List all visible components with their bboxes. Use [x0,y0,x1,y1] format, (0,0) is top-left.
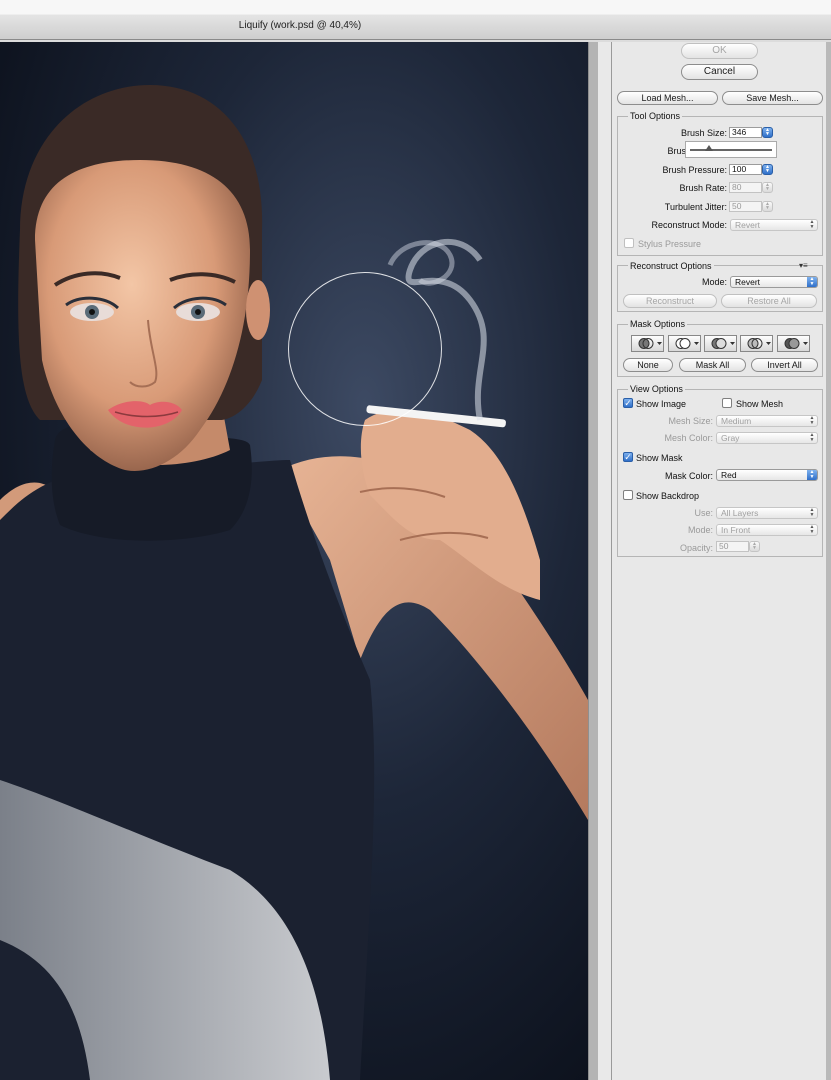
mask-subtract-icon [711,338,735,349]
mesh-size-value: Medium [721,416,752,426]
cancel-button[interactable]: Cancel [681,64,758,80]
stylus-pressure-label: Stylus Pressure [638,239,702,249]
panel-divider [598,42,612,1080]
brush-density-label: Brus [667,146,686,156]
brush-rate-label: Brush Rate: [679,183,727,193]
mask-color-value: Red [721,470,737,480]
reconstruct-mode-label: Reconstruct Mode: [651,220,727,230]
chevron-updown-icon: ▲ ▼ [807,277,817,287]
panel-menu-icon[interactable]: ▾≡ [799,261,808,270]
window-title: Liquify (work.psd @ 40,4%) [238,20,362,31]
backdrop-use-label: Use: [694,508,713,518]
reconstruct-button[interactable]: Reconstruct [623,294,717,308]
backdrop-opacity-field[interactable]: 50 [716,541,749,552]
reconstruct-options-title: Reconstruct Options [628,261,714,271]
show-mask-label: Show Mask [636,453,683,463]
brush-pressure-field[interactable]: 100 [729,164,762,175]
show-mesh-label: Show Mesh [736,399,784,409]
mask-intersect-button[interactable] [740,335,773,352]
mask-color-label: Mask Color: [664,471,713,481]
show-backdrop-checkbox[interactable] [623,490,633,500]
mask-intersect-icon [747,338,771,349]
turbulent-jitter-stepper[interactable]: ▲ ▼ [762,201,773,212]
brush-cursor [288,272,442,426]
window-titlebar: Liquify (work.psd @ 40,4%) [0,0,831,40]
restore-all-button[interactable]: Restore All [721,294,817,308]
ok-button[interactable]: OK [681,43,758,59]
brush-size-label: Brush Size: [680,128,727,138]
load-mesh-button[interactable]: Load Mesh... [617,91,718,105]
slider-thumb[interactable] [704,145,713,151]
backdrop-use-select[interactable]: All Layers ▲ ▼ [716,507,818,519]
brush-pressure-stepper[interactable]: ▲ ▼ [762,164,773,175]
reconstruct-mode-select[interactable]: Revert ▲ ▼ [730,219,818,231]
backdrop-use-value: All Layers [721,508,759,518]
chevron-updown-icon: ▲ ▼ [809,219,815,230]
reconstruct-mode-value: Revert [735,220,761,230]
chevron-updown-icon: ▲ ▼ [809,524,815,535]
mask-none-button[interactable]: None [623,358,673,372]
mesh-color-value: Gray [721,433,740,443]
show-mask-checkbox[interactable]: ✓ [623,452,633,462]
show-mesh-checkbox[interactable] [722,398,732,408]
chevron-updown-icon: ▲ ▼ [807,470,817,480]
turbulent-jitter-field[interactable]: 50 [729,201,762,212]
mesh-size-select[interactable]: Medium ▲ ▼ [716,415,818,427]
show-backdrop-label: Show Backdrop [636,491,700,501]
brush-rate-field[interactable]: 80 [729,182,762,193]
mesh-color-select[interactable]: Gray ▲ ▼ [716,432,818,444]
tool-options-title: Tool Options [628,111,683,121]
image-canvas[interactable] [0,42,588,1080]
backdrop-opacity-stepper[interactable]: ▲ ▼ [749,541,760,552]
canvas-scrollbar[interactable] [588,42,598,1080]
stylus-pressure-checkbox[interactable] [624,238,634,248]
reconstruct-mode-dropdown[interactable]: Revert ▲ ▼ [730,276,818,288]
show-image-checkbox[interactable]: ✓ [623,398,633,408]
mask-add-icon [675,338,699,349]
mask-add-button[interactable] [668,335,701,352]
chevron-updown-icon: ▲ ▼ [809,432,815,443]
turbulent-jitter-label: Turbulent Jitter: [664,202,727,212]
photo [0,85,588,1080]
mask-replace-button[interactable] [631,335,664,352]
view-options-title: View Options [628,384,685,394]
mask-invert-button[interactable] [777,335,810,352]
backdrop-mode-label: Mode: [687,525,713,535]
reconstruct-mode-label-2: Mode: [701,277,727,287]
chevron-updown-icon: ▲ ▼ [809,415,815,426]
mask-subtract-button[interactable] [704,335,737,352]
mask-invert-icon [784,338,808,349]
save-mesh-button[interactable]: Save Mesh... [722,91,823,105]
mask-color-select[interactable]: Red ▲ ▼ [716,469,818,481]
show-image-label: Show Image [636,399,687,409]
mesh-size-label: Mesh Size: [668,416,713,426]
brush-rate-stepper[interactable]: ▲ ▼ [762,182,773,193]
brush-size-field[interactable]: 346 [729,127,762,138]
invert-all-button[interactable]: Invert All [751,358,818,372]
backdrop-opacity-label: Opacity: [679,543,713,553]
window-edge [826,42,831,1080]
backdrop-mode-select[interactable]: In Front ▲ ▼ [716,524,818,536]
mask-options-title: Mask Options [628,319,688,329]
mask-all-button[interactable]: Mask All [679,358,746,372]
brush-size-stepper[interactable]: ▲ ▼ [762,127,773,138]
chevron-updown-icon: ▲ ▼ [809,507,815,518]
reconstruct-mode-dropdown-value: Revert [735,277,761,287]
slider-track [690,149,772,151]
mesh-color-label: Mesh Color: [664,433,713,443]
brush-size-slider-popup[interactable] [685,141,777,158]
mask-replace-icon [638,338,662,349]
brush-pressure-label: Brush Pressure: [662,165,727,175]
backdrop-mode-value: In Front [721,525,751,535]
